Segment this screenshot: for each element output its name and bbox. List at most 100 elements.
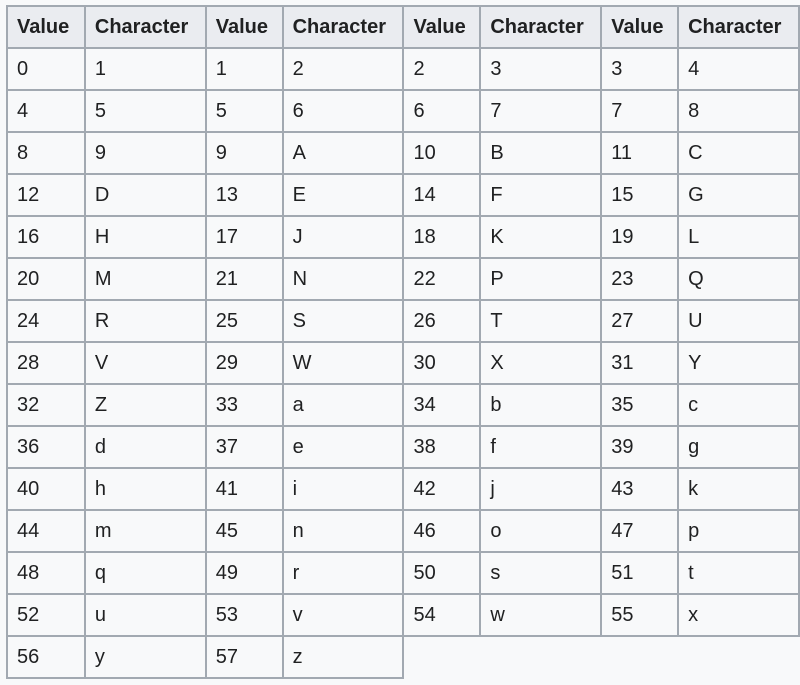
character-cell: f [479, 425, 603, 469]
character-cell: i [281, 467, 405, 511]
character-cell: b [479, 383, 603, 427]
character-cell: U [677, 299, 800, 343]
character-cell: x [677, 593, 800, 637]
value-cell: 54 [402, 593, 482, 637]
table-row: 20 M 21 N 22 P 23 Q [6, 257, 800, 301]
value-cell: 7 [600, 89, 680, 133]
value-cell: 1 [204, 47, 284, 91]
character-cell: H [83, 215, 207, 259]
value-cell: 9 [204, 131, 284, 175]
value-cell: 42 [402, 467, 482, 511]
character-cell: W [281, 341, 405, 385]
character-cell: 7 [479, 89, 603, 133]
character-cell: E [281, 173, 405, 217]
value-cell: 52 [6, 593, 86, 637]
character-cell: Y [677, 341, 800, 385]
value-cell: 6 [402, 89, 482, 133]
value-cell: 32 [6, 383, 86, 427]
value-cell: 2 [402, 47, 482, 91]
value-cell: 4 [6, 89, 86, 133]
table-body: 0 1 1 2 2 3 3 4 4 5 5 6 6 7 7 8 8 9 9 A 10 B 11 C 12 D 13 E 14 F 15 G 16… [6, 47, 800, 679]
character-cell: r [281, 551, 405, 595]
table-row: 44 m 45 n 46 o 47 p [6, 509, 800, 553]
value-cell: 30 [402, 341, 482, 385]
character-cell: A [281, 131, 405, 175]
value-cell: 47 [600, 509, 680, 553]
value-cell: 38 [402, 425, 482, 469]
table-row: 12 D 13 E 14 F 15 G [6, 173, 800, 217]
character-cell: 9 [83, 131, 207, 175]
value-cell: 19 [600, 215, 680, 259]
character-cell: v [281, 593, 405, 637]
header-row: Value Character Value Character Value Charact… [6, 5, 800, 49]
character-cell: V [83, 341, 207, 385]
character-cell: 3 [479, 47, 603, 91]
character-cell: g [677, 425, 800, 469]
character-cell: 2 [281, 47, 405, 91]
character-cell: T [479, 299, 603, 343]
table-row: 01122334 [6, 47, 800, 91]
value-cell: 5 [204, 89, 284, 133]
character-cell: w [479, 593, 603, 637]
value-cell: 40 [6, 467, 86, 511]
value-cell: 29 [204, 341, 284, 385]
character-cell: m [83, 509, 207, 553]
column-header-value: Value [204, 5, 284, 49]
value-cell: 12 [6, 173, 86, 217]
table-row: 24 R 25 S 26 T 27 U [6, 299, 800, 343]
character-cell: e [281, 425, 405, 469]
value-cell: 0 [6, 47, 86, 91]
table-row: 45566778 [6, 89, 800, 133]
value-cell: 11 [600, 131, 680, 175]
character-cell: c [677, 383, 800, 427]
character-cell: G [677, 173, 800, 217]
character-cell: 1 [83, 47, 207, 91]
value-cell: 3 [600, 47, 680, 91]
character-cell: N [281, 257, 405, 301]
table-row: 8 9 9 A 10 B 11 C [6, 131, 800, 175]
value-cell: 14 [402, 173, 482, 217]
value-cell: 10 [402, 131, 482, 175]
empty-cell [403, 636, 602, 678]
value-cell: 37 [204, 425, 284, 469]
character-cell: n [281, 509, 405, 553]
character-cell: y [83, 635, 207, 679]
value-cell: 50 [402, 551, 482, 595]
character-cell: B [479, 131, 603, 175]
character-cell: Q [677, 257, 800, 301]
table-row: 16 H 17 J 18 K 19 L [6, 215, 800, 259]
value-cell: 28 [6, 341, 86, 385]
character-cell: d [83, 425, 207, 469]
value-cell: 43 [600, 467, 680, 511]
value-cell: 56 [6, 635, 86, 679]
column-header-character: Character [83, 5, 207, 49]
column-header-value: Value [600, 5, 680, 49]
table-row: 40 h 41 i 42 j 43 k [6, 467, 800, 511]
character-cell: K [479, 215, 603, 259]
value-cell: 33 [204, 383, 284, 427]
empty-cell [601, 636, 799, 678]
value-cell: 55 [600, 593, 680, 637]
character-cell: a [281, 383, 405, 427]
value-cell: 21 [204, 257, 284, 301]
character-cell: L [677, 215, 800, 259]
column-header-value: Value [6, 5, 86, 49]
value-cell: 27 [600, 299, 680, 343]
character-cell: X [479, 341, 603, 385]
table-row: 36 d 37 e 38 f 39 g [6, 425, 800, 469]
character-cell: o [479, 509, 603, 553]
character-cell: 6 [281, 89, 405, 133]
value-cell: 39 [600, 425, 680, 469]
character-cell: u [83, 593, 207, 637]
column-header-value: Value [402, 5, 482, 49]
value-cell: 23 [600, 257, 680, 301]
value-cell: 53 [204, 593, 284, 637]
value-cell: 36 [6, 425, 86, 469]
character-cell: p [677, 509, 800, 553]
value-cell: 49 [204, 551, 284, 595]
value-cell: 13 [204, 173, 284, 217]
value-cell: 26 [402, 299, 482, 343]
character-cell: t [677, 551, 800, 595]
value-cell: 17 [204, 215, 284, 259]
character-cell: D [83, 173, 207, 217]
